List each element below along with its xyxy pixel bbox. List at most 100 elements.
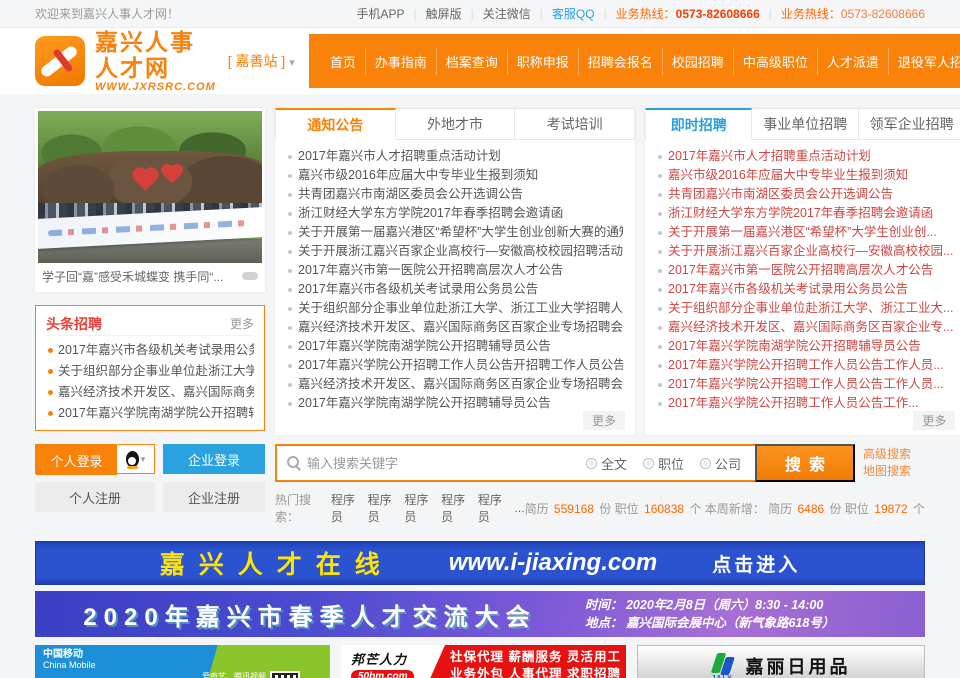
hot-term[interactable]: ... (515, 501, 525, 515)
spring-jobfair-banner[interactable]: 2020年嘉兴市春季人才交流大会 时间： 2020年2月8日（周六）8:30 -… (35, 591, 925, 637)
recruit-item[interactable]: 浙江财经大学东方学院2017年春季招聘会邀请函 (657, 204, 953, 223)
tab-exam-training[interactable]: 考试培训 (515, 108, 635, 140)
company-login-button[interactable]: 企业登录 (163, 444, 265, 474)
recruit-item[interactable]: 关于组织部分企事业单位赴浙江大学、浙江工业大... (657, 299, 953, 318)
recruit-item[interactable]: 关于开展浙江嘉兴百家企业高校行—安徽高校校园... (657, 242, 953, 261)
recruit-item[interactable]: 2017年嘉兴学院南湖学院公开招聘辅导员公告 (657, 337, 953, 356)
scope-fulltext[interactable]: 全文 (586, 454, 627, 473)
jiaxing-talent-online-banner[interactable]: 嘉兴人才在线 www.i-jiaxing.com 点击进入 (35, 541, 925, 585)
notice-item[interactable]: 关于开展第一届嘉兴港区“希望杯”大学生创业创新大赛的通知 (287, 223, 623, 242)
headline-item[interactable]: 2017年嘉兴市各级机关考试录用公务... (46, 340, 254, 361)
ad2-logo-area: 邦芒人力 50bm.com (341, 645, 445, 678)
nav-dispatch[interactable]: 人才派遣 (817, 48, 888, 75)
recruit-item[interactable]: 2017年嘉兴市第一医院公开招聘高层次人才公告 (657, 261, 953, 280)
recruit-panel: 即时招聘 事业单位招聘 领军企业招聘 2017年嘉兴市人才招聘重点活动计划 嘉兴… (645, 108, 960, 435)
station-selector[interactable]: [ 嘉善站 ] ▾ (228, 51, 295, 71)
company-register-button[interactable]: 企业注册 (163, 482, 265, 512)
notice-more-link[interactable]: 更多 (583, 411, 625, 430)
scope-position[interactable]: 职位 (643, 454, 684, 473)
stat-value: 160838 (644, 502, 684, 516)
tab-public-institution[interactable]: 事业单位招聘 (752, 108, 858, 140)
radio-icon[interactable] (586, 458, 597, 469)
headline-item[interactable]: 关于组织部分企事业单位赴浙江大学... (46, 361, 254, 382)
recruit-item[interactable]: 嘉兴市级2016年应届大中专毕业生报到须知 (657, 166, 953, 185)
notice-item[interactable]: 嘉兴市级2016年应届大中专毕业生报到须知 (287, 166, 623, 185)
notice-item[interactable]: 关于组织部分企事业单位赴浙江大学、浙江工业大学招聘人才的... (287, 299, 623, 318)
recruit-item[interactable]: 嘉兴经济技术开发区、嘉兴国际商务区百家企业专... (657, 318, 953, 337)
nav-guide[interactable]: 办事指南 (365, 48, 436, 75)
nav-senior-jobs[interactable]: 中高级职位 (733, 48, 817, 75)
headline-item[interactable]: 嘉兴经济技术开发区、嘉兴国际商务... (46, 382, 254, 403)
hot-term[interactable]: 程序员 (404, 491, 433, 525)
map-search-link[interactable]: 地图搜索 (863, 463, 925, 480)
nav-jobfair-signup[interactable]: 招聘会报名 (578, 48, 662, 75)
qq-login-dropdown[interactable]: ▾ (117, 445, 154, 473)
search-input[interactable] (307, 446, 586, 480)
ad1-line1: 爱奇艺、腾讯视频 (202, 671, 266, 678)
ad-china-mobile[interactable]: 中国移动 China Mobile 移动花卡 爱奇艺、腾讯视频 季度会员 (35, 645, 330, 678)
divider: | (540, 7, 543, 21)
notice-item[interactable]: 2017年嘉兴学院南湖学院公开招聘辅导员公告 (287, 337, 623, 356)
mobile-app-link[interactable]: 手机APP (356, 5, 404, 22)
recruit-item[interactable]: 共青团嘉兴市南湖区委员会公开选调公告 (657, 185, 953, 204)
nav-veterans[interactable]: 退役军人招聘 (888, 48, 960, 75)
touch-version-link[interactable]: 触屏版 (426, 5, 462, 22)
notice-item[interactable]: 浙江财经大学东方学院2017年春季招聘会邀请函 (287, 204, 623, 223)
recruit-item[interactable]: 2017年嘉兴市各级机关考试录用公务员公告 (657, 280, 953, 299)
carousel-photo[interactable] (38, 111, 262, 263)
recruit-item[interactable]: 2017年嘉兴市人才招聘重点活动计划 (657, 147, 953, 166)
nav-archive-query[interactable]: 档案查询 (436, 48, 507, 75)
notice-item[interactable]: 2017年嘉兴市各级机关考试录用公务员公告 (287, 280, 623, 299)
chevron-down-icon: ▾ (289, 57, 295, 69)
scope-company[interactable]: 公司 (700, 454, 741, 473)
carousel-indicator[interactable] (242, 272, 258, 280)
notice-item[interactable]: 2017年嘉兴市人才招聘重点活动计划 (287, 147, 623, 166)
ad-bangmang-hr[interactable]: 邦芒人力 50bm.com 社保代理 薪酬服务 灵活用工 业务外包 人事代理 求… (341, 645, 626, 678)
hot-term[interactable]: 程序员 (331, 491, 360, 525)
qq-service-link[interactable]: 客服QQ (552, 5, 595, 22)
ad-jaly-daily-goods[interactable]: JALY 嘉丽日用品 (637, 645, 925, 678)
recruit-item[interactable]: 关于开展第一届嘉兴港区“希望杯”大学生创业创... (657, 223, 953, 242)
site-logo-icon[interactable] (35, 36, 85, 86)
notice-item[interactable]: 嘉兴经济技术开发区、嘉兴国际商务区百家企业专场招聘会公告 (287, 318, 623, 337)
tab-outoftown[interactable]: 外地才市 (396, 108, 516, 140)
wechat-link[interactable]: 关注微信 (483, 5, 531, 22)
stat-value: 19872 (874, 502, 907, 516)
recruit-item[interactable]: 2017年嘉兴学院公开招聘工作人员公告工作人员... (657, 375, 953, 394)
recruit-more-link[interactable]: 更多 (913, 411, 955, 430)
notice-item[interactable]: 共青团嘉兴市南湖区委员会公开选调公告 (287, 185, 623, 204)
banner2-time: 时间： 2020年2月8日（周六）8:30 - 14:00 (585, 598, 823, 612)
notice-item[interactable]: 2017年嘉兴市第一医院公开招聘高层次人才公告 (287, 261, 623, 280)
headline-item[interactable]: 2017年嘉兴学院南湖学院公开招聘辅... (46, 403, 254, 424)
tab-leading-company[interactable]: 领军企业招聘 (859, 108, 960, 140)
stat-label: 简历 (525, 502, 549, 516)
recruit-item[interactable]: 2017年嘉兴学院公开招聘工作人员公告工作人员... (657, 356, 953, 375)
radio-icon[interactable] (700, 458, 711, 469)
personal-login-button[interactable]: 个人登录 (36, 445, 117, 475)
personal-register-button[interactable]: 个人注册 (35, 482, 155, 512)
nav-title-declare[interactable]: 职称申报 (507, 48, 578, 75)
notice-item[interactable]: 2017年嘉兴学院南湖学院公开招聘辅导员公告 (287, 394, 623, 413)
hot-term[interactable]: 程序员 (478, 491, 507, 525)
headline-more-link[interactable]: 更多 (230, 315, 254, 332)
qq-penguin-icon (126, 451, 139, 467)
hot-term[interactable]: 程序员 (441, 491, 470, 525)
notice-item[interactable]: 2017年嘉兴学院公开招聘工作人员公告开招聘工作人员公告开... (287, 356, 623, 375)
carousel-card: 学子回“嘉”感受禾城蝶变 携手同“... (35, 108, 265, 292)
notice-item[interactable]: 嘉兴经济技术开发区、嘉兴国际商务区百家企业专场招聘会公告 (287, 375, 623, 394)
hot-term[interactable]: 程序员 (368, 491, 397, 525)
site-stats: 简历 559168 份 职位 160838 个 本周新增： 简历 6486 份 … (525, 500, 925, 517)
search-button[interactable]: 搜索 (755, 444, 855, 482)
nav-campus[interactable]: 校园招聘 (662, 48, 733, 75)
nav-home[interactable]: 首页 (321, 48, 365, 75)
banner2-title: 2020年嘉兴市春季人才交流大会 (35, 597, 585, 632)
site-logo-text[interactable]: 嘉兴人事人才网 WWW.JXRSRC.COM (95, 29, 216, 93)
carousel-caption[interactable]: 学子回“嘉”感受禾城蝶变 携手同“... (42, 268, 242, 285)
chevron-down-icon: ▾ (141, 454, 146, 465)
advanced-search-link[interactable]: 高级搜索 (863, 446, 925, 463)
tab-instant-recruit[interactable]: 即时招聘 (645, 108, 752, 140)
radio-icon[interactable] (643, 458, 654, 469)
notice-item[interactable]: 关于开展浙江嘉兴百家企业高校行—安徽高校校园招聘活动的通... (287, 242, 623, 261)
tab-notice[interactable]: 通知公告 (275, 108, 396, 140)
recruit-item[interactable]: 2017年嘉兴学院公开招聘工作人员公告工作... (657, 394, 953, 413)
